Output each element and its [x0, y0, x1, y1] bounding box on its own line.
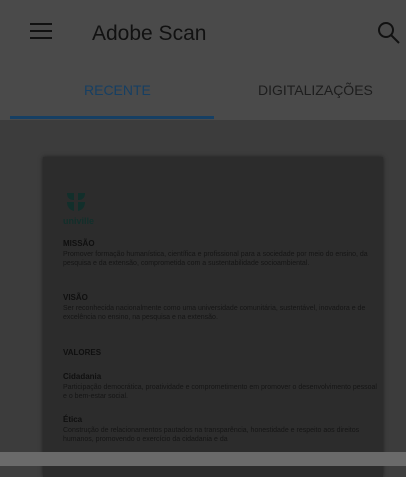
document-thumbnail[interactable]: univille MISSÃO Promover formação humaní… [43, 157, 383, 477]
section-text: Promover formação humanística, científic… [63, 251, 368, 267]
section-title: Cidadania [63, 372, 102, 381]
section-title: VALORES [63, 348, 102, 357]
search-icon[interactable] [376, 20, 402, 46]
hamburger-menu-icon[interactable] [30, 23, 52, 41]
tab-scans[interactable]: DIGITALIZAÇÕES [258, 82, 373, 98]
section-title: VISÃO [63, 293, 88, 302]
app-bar: Adobe Scan [0, 0, 406, 66]
section-text: Construção de relacionamentos pautados n… [63, 427, 360, 443]
logo-text: univille [63, 216, 95, 226]
univille-logo-icon [67, 193, 85, 211]
tab-bar: RECENTE DIGITALIZAÇÕES [0, 66, 406, 120]
section-text: Participação democrática, proatividade e… [63, 384, 377, 400]
tab-recent[interactable]: RECENTE [84, 82, 151, 98]
active-tab-indicator [10, 116, 214, 119]
section-title: MISSÃO [63, 239, 95, 248]
app-title: Adobe Scan [92, 22, 207, 45]
section-title: Ética [63, 415, 83, 424]
bottom-action-bar [0, 452, 406, 466]
section-text: Ser reconhecida nacionalmente como uma u… [63, 305, 366, 321]
